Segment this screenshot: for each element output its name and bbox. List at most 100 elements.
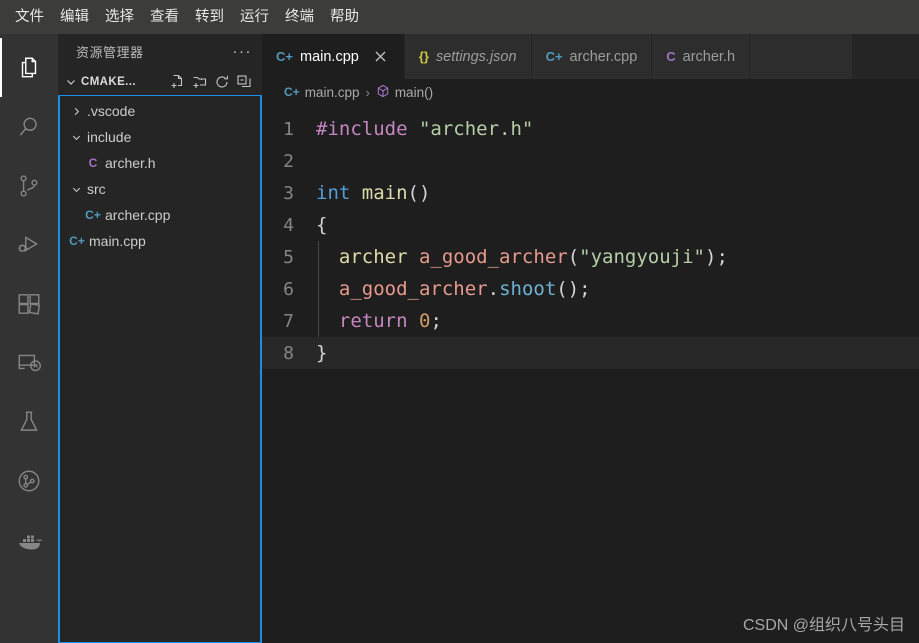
token-header-string: "archer.h" [418,118,534,140]
menu-view[interactable]: 查看 [143,7,186,28]
breadcrumb-file[interactable]: C+ main.cpp [284,85,359,100]
activity-item-search[interactable] [0,97,58,156]
line-number: 8 [283,342,294,364]
breadcrumb-symbol[interactable]: main() [376,84,433,101]
tree-item-label: src [87,181,106,197]
folder-section-actions [170,74,256,90]
tab-label: settings.json [435,48,517,65]
chevron-down-icon [68,132,84,143]
tree-item-vscode[interactable]: .vscode [60,98,260,124]
tab-label: archer.cpp [569,48,638,65]
new-folder-icon[interactable] [192,74,208,90]
menu-file[interactable]: 文件 [8,7,51,28]
line-number: 1 [283,118,294,140]
tab-archer-h[interactable]: C archer.h [652,34,751,79]
source-control-icon [16,173,42,199]
code-content: return 0; [316,310,442,332]
tab-archer-cpp[interactable]: C+ archer.cpp [531,34,653,79]
token-variable: a_good_archer [338,278,488,300]
refresh-icon[interactable] [214,74,230,90]
activity-item-gitlens[interactable] [0,451,58,510]
folder-section-title: CMAKE... [81,76,136,88]
tree-item-archer-h[interactable]: C archer.h [60,150,260,176]
token-variable: a_good_archer [418,246,568,268]
editor-group: C+ main.cpp {} settings.json C+ archer.c… [262,34,919,643]
code-line-5: 5 archer a_good_archer("yangyouji"); [262,241,919,273]
run-and-debug-icon [16,232,42,258]
token-int-keyword: int [316,182,351,204]
activity-bar [0,34,58,643]
workbench: 资源管理器 ··· CMAKE... .vscode include C arc… [0,34,919,643]
code-content: a_good_archer.shoot(); [316,278,591,300]
token-close-paren-semi: ); [705,246,728,268]
breadcrumb-file-label: main.cpp [304,84,360,100]
menu-help[interactable]: 帮助 [323,7,366,28]
json-file-icon: {} [418,49,429,64]
menu-go[interactable]: 转到 [188,7,231,28]
activity-item-run-debug[interactable] [0,215,58,274]
sidebar-title-bar: 资源管理器 ··· [58,34,262,69]
tree-item-src[interactable]: src [60,176,260,202]
activity-item-remote-explorer[interactable] [0,333,58,392]
tree-item-label: archer.h [105,155,156,171]
editor-tab-bar: C+ main.cpp {} settings.json C+ archer.c… [262,34,919,79]
search-icon [16,114,42,140]
sidebar-more-actions-button[interactable]: ··· [233,43,253,60]
activity-item-testing[interactable] [0,392,58,451]
chevron-down-icon [64,76,78,88]
file-tree[interactable]: .vscode include C archer.h src C+ archer… [58,95,262,643]
code-content: archer a_good_archer("yangyouji"); [316,246,728,268]
tree-item-include[interactable]: include [60,124,260,150]
close-icon[interactable] [372,48,390,66]
line-number: 6 [283,278,294,300]
activity-item-extensions[interactable] [0,274,58,333]
chevron-right-icon [68,106,84,117]
cpp-file-icon: C+ [69,234,85,248]
code-line-8: 8 } [262,337,919,369]
token-open-paren: ( [567,246,580,268]
token-string-literal: "yangyouji" [579,246,705,268]
tree-item-label: main.cpp [89,233,146,249]
tree-item-archer-cpp[interactable]: C+ archer.cpp [60,202,260,228]
activity-item-explorer[interactable] [0,38,58,97]
activity-item-docker[interactable] [0,510,58,569]
code-editor[interactable]: 1 #include "archer.h" 2 3 int main() 4 {… [262,105,919,643]
new-file-icon[interactable] [170,74,186,90]
code-content: { [316,214,328,236]
explorer-sidebar: 资源管理器 ··· CMAKE... .vscode include C arc… [58,34,262,643]
code-line-4: 4 { [262,209,919,241]
line-number: 4 [283,214,294,236]
folder-section-header[interactable]: CMAKE... [58,69,262,95]
c-header-file-icon: C [666,49,676,64]
menu-edit[interactable]: 编辑 [53,7,96,28]
tree-item-label: include [87,129,132,145]
page-title: 资源管理器 [76,45,144,60]
code-line-1: 1 #include "archer.h" [262,113,919,145]
code-content: int main() [316,182,430,204]
code-line-6: 6 a_good_archer.shoot(); [262,273,919,305]
breadcrumb: C+ main.cpp › main() [262,79,919,105]
chevron-down-icon [68,184,84,195]
code-line-2: 2 [262,145,919,177]
line-number: 7 [283,310,294,332]
tab-settings-json[interactable]: {} settings.json [404,34,532,79]
menu-selection[interactable]: 选择 [98,7,141,28]
cpp-file-icon: C+ [284,85,300,99]
menu-terminal[interactable]: 终端 [278,7,321,28]
line-number: 5 [283,246,294,268]
menu-run[interactable]: 运行 [233,7,276,28]
code-line-3: 3 int main() [262,177,919,209]
code-content: } [316,342,328,364]
vscode-window: 文件 编辑 选择 查看 转到 运行 终端 帮助 资源管理器 ··· CMAKE.… [0,0,919,643]
menu-bar: 文件 编辑 选择 查看 转到 运行 终端 帮助 [0,0,919,34]
extensions-icon [16,291,42,317]
cpp-file-icon: C+ [85,208,101,222]
tab-main-cpp[interactable]: C+ main.cpp [262,34,405,79]
tab-bar-filler-end [852,34,919,79]
tree-item-main-cpp[interactable]: C+ main.cpp [60,228,260,254]
token-number: 0 [418,310,431,332]
line-number: 3 [283,182,294,204]
collapse-all-icon[interactable] [236,74,252,90]
activity-item-source-control[interactable] [0,156,58,215]
token-method-shoot: shoot [499,278,557,300]
